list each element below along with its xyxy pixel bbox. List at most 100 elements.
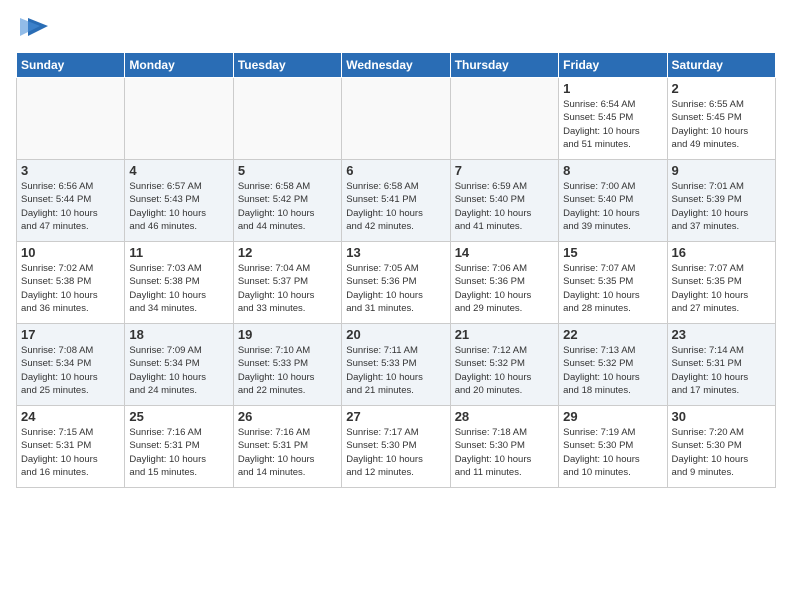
day-number: 21 — [455, 327, 554, 342]
calendar-cell: 30 Sunrise: 7:20 AM Sunset: 5:30 PM Dayli… — [667, 406, 775, 488]
weekday-header: Friday — [559, 53, 667, 78]
calendar-week-row: 3 Sunrise: 6:56 AM Sunset: 5:44 PM Daylig… — [17, 160, 776, 242]
calendar-cell: 3 Sunrise: 6:56 AM Sunset: 5:44 PM Daylig… — [17, 160, 125, 242]
day-info: Sunrise: 6:59 AM Sunset: 5:40 PM Dayligh… — [455, 180, 554, 233]
calendar-cell: 2 Sunrise: 6:55 AM Sunset: 5:45 PM Daylig… — [667, 78, 775, 160]
day-number: 8 — [563, 163, 662, 178]
weekday-header: Monday — [125, 53, 233, 78]
calendar-cell: 9Sunrise: 7:01 AM Sunset: 5:39 PM Daylig… — [667, 160, 775, 242]
day-number: 12 — [238, 245, 337, 260]
weekday-header-row: SundayMondayTuesdayWednesdayThursdayFrid… — [17, 53, 776, 78]
calendar-week-row: 24Sunrise: 7:15 AM Sunset: 5:31 PM Dayli… — [17, 406, 776, 488]
day-number: 16 — [672, 245, 771, 260]
day-number: 2 — [672, 81, 771, 96]
calendar-cell: 25 Sunrise: 7:16 AM Sunset: 5:31 PM Dayli… — [125, 406, 233, 488]
day-info: Sunrise: 7:03 AM Sunset: 5:38 PM Dayligh… — [129, 262, 228, 315]
calendar-cell: 1Sunrise: 6:54 AM Sunset: 5:45 PM Daylig… — [559, 78, 667, 160]
calendar-cell: 7 Sunrise: 6:59 AM Sunset: 5:40 PM Daylig… — [450, 160, 558, 242]
day-number: 7 — [455, 163, 554, 178]
logo — [16, 12, 50, 42]
calendar-cell — [342, 78, 450, 160]
calendar-cell: 6 Sunrise: 6:58 AM Sunset: 5:41 PM Daylig… — [342, 160, 450, 242]
day-info: Sunrise: 7:10 AM Sunset: 5:33 PM Dayligh… — [238, 344, 337, 397]
day-number: 28 — [455, 409, 554, 424]
day-info: Sunrise: 7:20 AM Sunset: 5:30 PM Dayligh… — [672, 426, 771, 479]
day-number: 20 — [346, 327, 445, 342]
calendar-cell: 29Sunrise: 7:19 AM Sunset: 5:30 PM Dayli… — [559, 406, 667, 488]
page: SundayMondayTuesdayWednesdayThursdayFrid… — [0, 0, 792, 496]
calendar-cell: 10 Sunrise: 7:02 AM Sunset: 5:38 PM Dayli… — [17, 242, 125, 324]
day-info: Sunrise: 7:14 AM Sunset: 5:31 PM Dayligh… — [672, 344, 771, 397]
day-info: Sunrise: 6:55 AM Sunset: 5:45 PM Dayligh… — [672, 98, 771, 151]
calendar-cell: 13 Sunrise: 7:05 AM Sunset: 5:36 PM Dayli… — [342, 242, 450, 324]
weekday-header: Thursday — [450, 53, 558, 78]
weekday-header: Tuesday — [233, 53, 341, 78]
day-info: Sunrise: 7:07 AM Sunset: 5:35 PM Dayligh… — [563, 262, 662, 315]
day-number: 13 — [346, 245, 445, 260]
day-number: 25 — [129, 409, 228, 424]
day-info: Sunrise: 7:05 AM Sunset: 5:36 PM Dayligh… — [346, 262, 445, 315]
day-number: 10 — [21, 245, 120, 260]
day-info: Sunrise: 7:11 AM Sunset: 5:33 PM Dayligh… — [346, 344, 445, 397]
day-info: Sunrise: 7:09 AM Sunset: 5:34 PM Dayligh… — [129, 344, 228, 397]
logo-icon — [20, 12, 50, 42]
weekday-header: Wednesday — [342, 53, 450, 78]
calendar-cell: 24Sunrise: 7:15 AM Sunset: 5:31 PM Dayli… — [17, 406, 125, 488]
day-number: 23 — [672, 327, 771, 342]
calendar-cell: 5Sunrise: 6:58 AM Sunset: 5:42 PM Daylig… — [233, 160, 341, 242]
day-number: 11 — [129, 245, 228, 260]
day-number: 15 — [563, 245, 662, 260]
day-number: 27 — [346, 409, 445, 424]
day-number: 3 — [21, 163, 120, 178]
day-info: Sunrise: 7:16 AM Sunset: 5:31 PM Dayligh… — [238, 426, 337, 479]
day-info: Sunrise: 6:57 AM Sunset: 5:43 PM Dayligh… — [129, 180, 228, 233]
day-number: 4 — [129, 163, 228, 178]
day-number: 30 — [672, 409, 771, 424]
calendar-cell: 14 Sunrise: 7:06 AM Sunset: 5:36 PM Dayli… — [450, 242, 558, 324]
day-number: 17 — [21, 327, 120, 342]
calendar-cell — [450, 78, 558, 160]
calendar-cell: 11 Sunrise: 7:03 AM Sunset: 5:38 PM Dayli… — [125, 242, 233, 324]
day-number: 14 — [455, 245, 554, 260]
day-info: Sunrise: 7:08 AM Sunset: 5:34 PM Dayligh… — [21, 344, 120, 397]
calendar-cell: 18 Sunrise: 7:09 AM Sunset: 5:34 PM Dayli… — [125, 324, 233, 406]
calendar-cell: 23 Sunrise: 7:14 AM Sunset: 5:31 PM Dayli… — [667, 324, 775, 406]
weekday-header: Saturday — [667, 53, 775, 78]
day-info: Sunrise: 7:17 AM Sunset: 5:30 PM Dayligh… — [346, 426, 445, 479]
calendar-cell: 4 Sunrise: 6:57 AM Sunset: 5:43 PM Daylig… — [125, 160, 233, 242]
day-number: 18 — [129, 327, 228, 342]
calendar-cell: 20 Sunrise: 7:11 AM Sunset: 5:33 PM Dayli… — [342, 324, 450, 406]
weekday-header: Sunday — [17, 53, 125, 78]
calendar-cell: 22Sunrise: 7:13 AM Sunset: 5:32 PM Dayli… — [559, 324, 667, 406]
day-info: Sunrise: 7:06 AM Sunset: 5:36 PM Dayligh… — [455, 262, 554, 315]
calendar-cell: 28 Sunrise: 7:18 AM Sunset: 5:30 PM Dayli… — [450, 406, 558, 488]
day-info: Sunrise: 6:56 AM Sunset: 5:44 PM Dayligh… — [21, 180, 120, 233]
day-number: 26 — [238, 409, 337, 424]
day-info: Sunrise: 6:54 AM Sunset: 5:45 PM Dayligh… — [563, 98, 662, 151]
calendar-cell — [17, 78, 125, 160]
day-info: Sunrise: 7:02 AM Sunset: 5:38 PM Dayligh… — [21, 262, 120, 315]
day-number: 19 — [238, 327, 337, 342]
day-info: Sunrise: 7:15 AM Sunset: 5:31 PM Dayligh… — [21, 426, 120, 479]
day-info: Sunrise: 7:01 AM Sunset: 5:39 PM Dayligh… — [672, 180, 771, 233]
day-info: Sunrise: 7:19 AM Sunset: 5:30 PM Dayligh… — [563, 426, 662, 479]
day-info: Sunrise: 7:16 AM Sunset: 5:31 PM Dayligh… — [129, 426, 228, 479]
day-info: Sunrise: 7:00 AM Sunset: 5:40 PM Dayligh… — [563, 180, 662, 233]
calendar-cell: 27 Sunrise: 7:17 AM Sunset: 5:30 PM Dayli… — [342, 406, 450, 488]
day-info: Sunrise: 7:04 AM Sunset: 5:37 PM Dayligh… — [238, 262, 337, 315]
calendar-week-row: 17 Sunrise: 7:08 AM Sunset: 5:34 PM Dayli… — [17, 324, 776, 406]
day-info: Sunrise: 7:12 AM Sunset: 5:32 PM Dayligh… — [455, 344, 554, 397]
day-number: 6 — [346, 163, 445, 178]
calendar-cell: 26 Sunrise: 7:16 AM Sunset: 5:31 PM Dayli… — [233, 406, 341, 488]
header — [16, 12, 776, 42]
calendar-week-row: 1Sunrise: 6:54 AM Sunset: 5:45 PM Daylig… — [17, 78, 776, 160]
day-info: Sunrise: 7:07 AM Sunset: 5:35 PM Dayligh… — [672, 262, 771, 315]
day-info: Sunrise: 6:58 AM Sunset: 5:41 PM Dayligh… — [346, 180, 445, 233]
day-info: Sunrise: 7:18 AM Sunset: 5:30 PM Dayligh… — [455, 426, 554, 479]
calendar-cell: 15 Sunrise: 7:07 AM Sunset: 5:35 PM Dayli… — [559, 242, 667, 324]
day-number: 5 — [238, 163, 337, 178]
calendar-cell: 16 Sunrise: 7:07 AM Sunset: 5:35 PM Dayli… — [667, 242, 775, 324]
day-info: Sunrise: 7:13 AM Sunset: 5:32 PM Dayligh… — [563, 344, 662, 397]
calendar-cell — [233, 78, 341, 160]
calendar-cell: 21 Sunrise: 7:12 AM Sunset: 5:32 PM Dayli… — [450, 324, 558, 406]
